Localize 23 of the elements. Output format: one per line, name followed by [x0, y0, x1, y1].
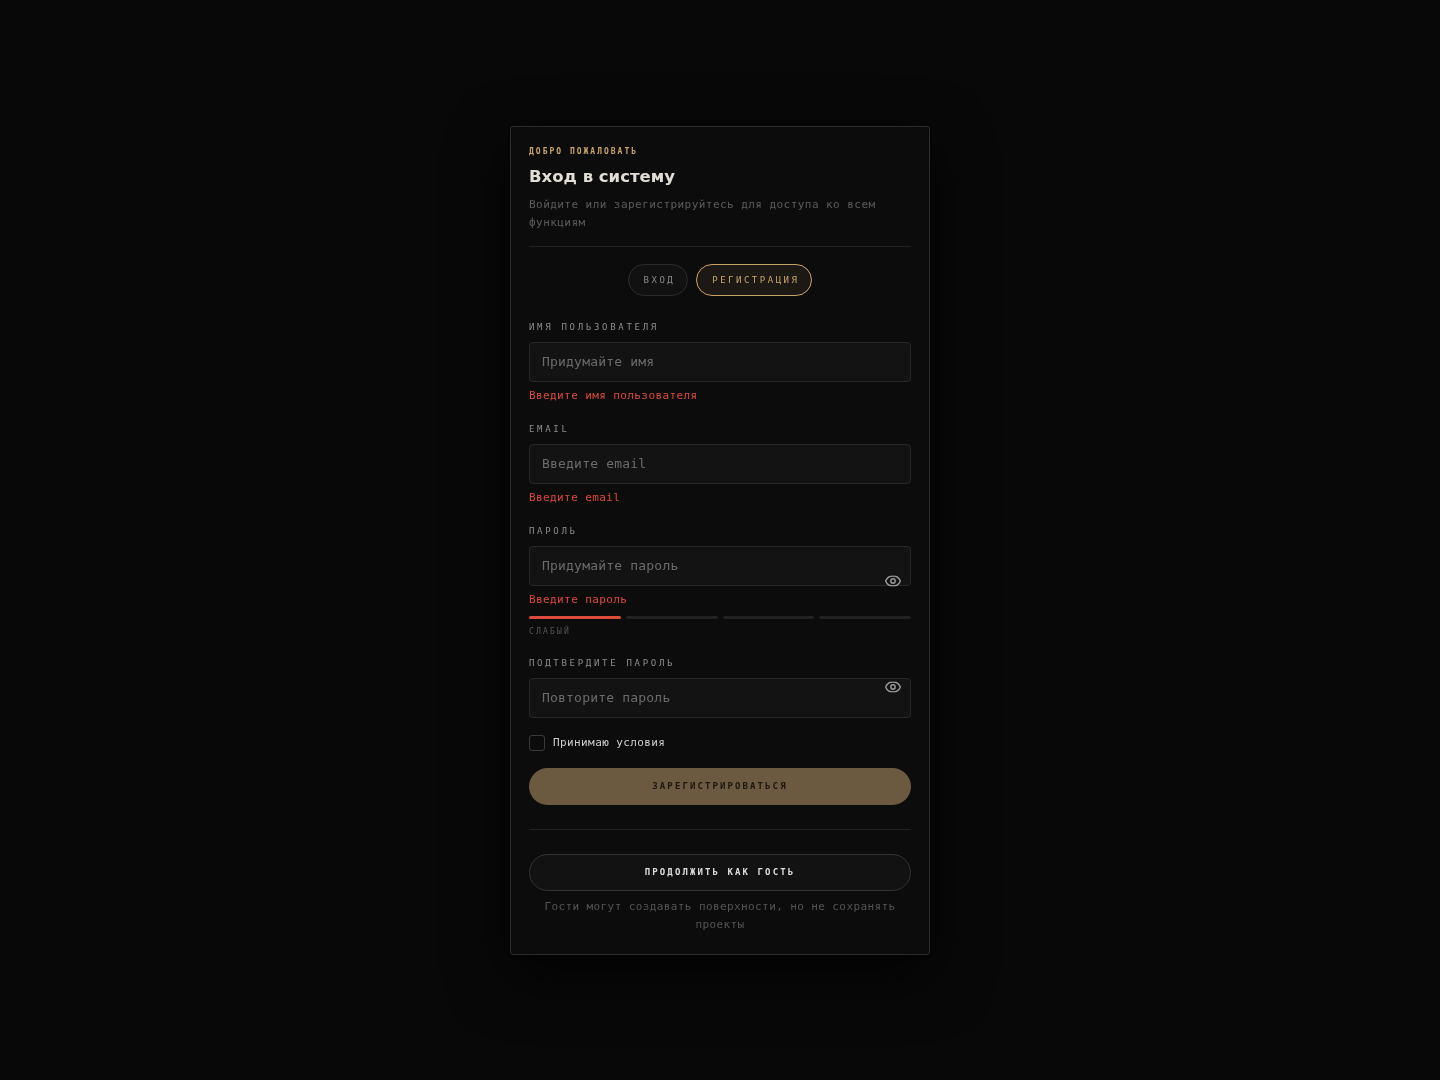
tab[interactable]: ВХОД [627, 263, 689, 296]
input-field[interactable]: Повторите пароль [529, 677, 911, 718]
guest-button[interactable]: ПРОДОЛЖИТЬ КАК ГОСТЬ [529, 853, 911, 891]
input-field[interactable]: Придумайте имя [529, 341, 911, 382]
card-title: Вход в систему [529, 165, 675, 188]
checkbox[interactable] [529, 734, 545, 751]
error-message: Введите имя пользователя [529, 388, 698, 403]
input-field[interactable]: Введите email [529, 443, 911, 484]
input-field[interactable]: Придумайте пароль [529, 545, 911, 586]
eye-icon[interactable] [885, 681, 901, 693]
eyebrow-text: ДОБРО ПОЖАЛОВАТЬ [529, 145, 639, 158]
tab[interactable]: РЕГИСТРАЦИЯ [696, 263, 813, 296]
guest-note: Гости могут создавать поверхности, но не сохранять проекты [543, 898, 897, 933]
field-label: EMAIL [529, 422, 570, 435]
eye-icon[interactable] [885, 575, 901, 586]
error-message: Введите пароль [529, 592, 628, 607]
field-label: ПОДТВЕРДИТЕ ПАРОЛЬ [529, 656, 676, 669]
error-message: Введите email [529, 490, 621, 505]
checkbox-label: Принимаю условия [553, 735, 666, 750]
strength-label: СЛАБЫЙ [529, 626, 572, 637]
subtitle-text: Войдите или зарегистрируйтесь для доступа ко всем функциям [529, 196, 877, 231]
field-label: ПАРОЛЬ [529, 524, 578, 537]
field-label: ИМЯ ПОЛЬЗОВАТЕЛЯ [529, 320, 659, 333]
